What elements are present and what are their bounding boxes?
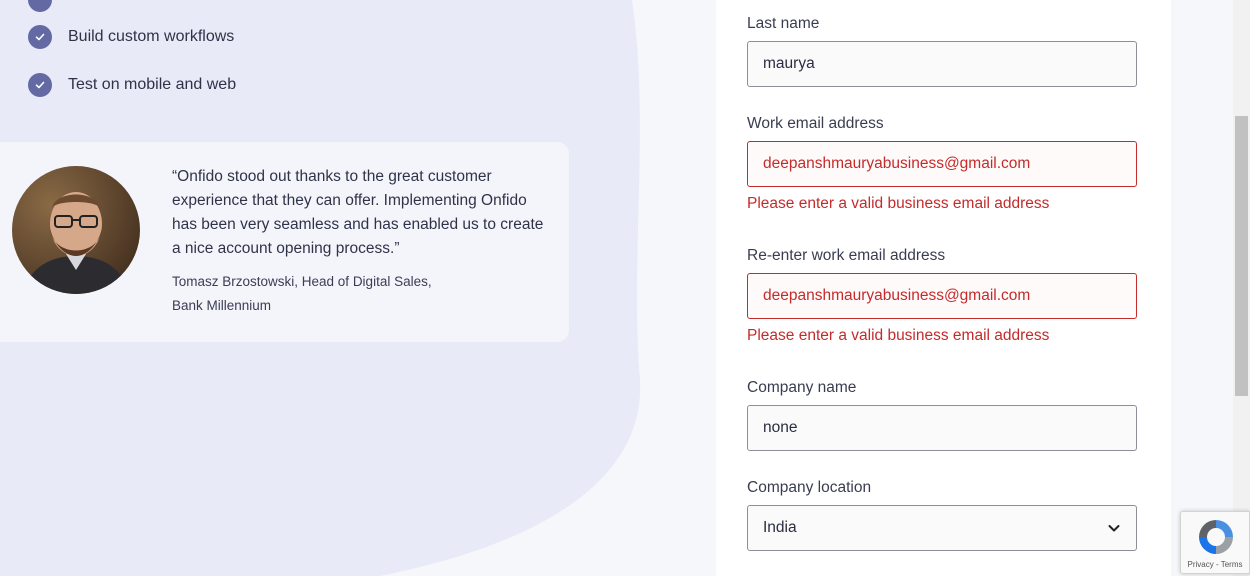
company-location-label: Company location	[747, 479, 872, 496]
recaptcha-icon	[1199, 520, 1233, 554]
feature-item: Test on mobile and web	[28, 73, 236, 97]
work-email-error: Please enter a valid business email addr…	[747, 195, 1050, 212]
recaptcha-links[interactable]: Privacy - Terms	[1181, 560, 1249, 569]
feature-item: Build custom workflows	[28, 25, 234, 49]
company-name-field[interactable]	[747, 405, 1137, 451]
last-name-input[interactable]	[748, 42, 1136, 86]
work-email-input[interactable]	[748, 142, 1136, 186]
work-email-field[interactable]	[747, 141, 1137, 187]
scrollbar-thumb[interactable]	[1235, 116, 1248, 396]
reenter-email-label: Re-enter work email address	[747, 247, 946, 264]
check-icon	[28, 73, 52, 97]
testimonial-quote: “Onfido stood out thanks to the great cu…	[172, 168, 544, 257]
feature-label: Build custom workflows	[68, 28, 235, 45]
company-name-input[interactable]	[748, 406, 1136, 450]
avatar	[12, 166, 140, 294]
author-company: Bank Millennium	[172, 298, 272, 313]
company-location-select[interactable]: India	[747, 505, 1137, 551]
work-email-label: Work email address	[747, 115, 884, 132]
chevron-down-icon	[1108, 525, 1120, 532]
company-name-label: Company name	[747, 379, 857, 396]
testimonial-author: Tomasz Brzostowski, Head of Digital Sale…	[172, 270, 502, 318]
feature-label: Test on mobile and web	[68, 76, 237, 93]
check-icon	[28, 25, 52, 49]
last-name-label: Last name	[747, 15, 820, 32]
author-name: Tomasz Brzostowski, Head of Digital Sale…	[172, 274, 432, 289]
company-location-value: India	[763, 519, 797, 536]
reenter-email-input[interactable]	[748, 274, 1136, 318]
reenter-email-field[interactable]	[747, 273, 1137, 319]
reenter-email-error: Please enter a valid business email addr…	[747, 327, 1050, 344]
last-name-field[interactable]	[747, 41, 1137, 87]
recaptcha-badge[interactable]: Privacy - Terms	[1180, 511, 1250, 574]
